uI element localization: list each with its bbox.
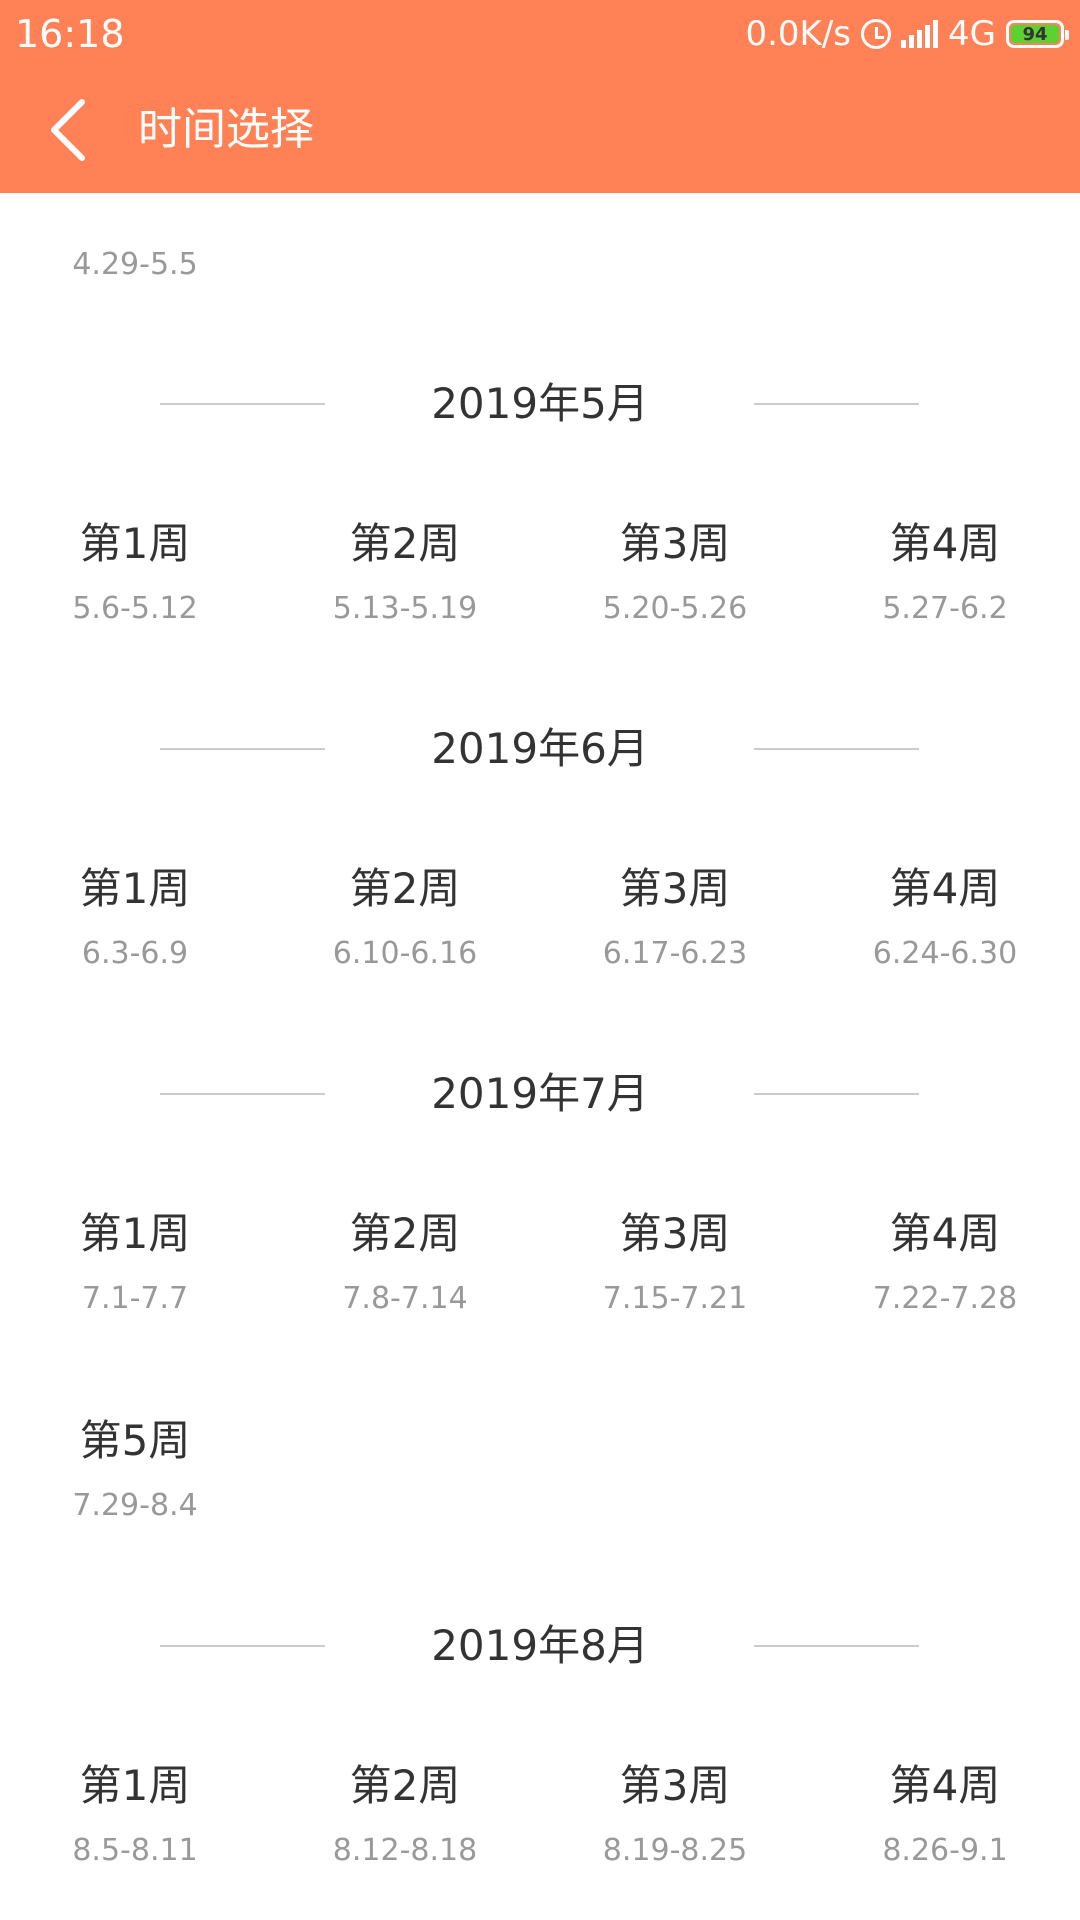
week-item[interactable]: 第4周 7.22-7.28 [810,1206,1080,1326]
page-title: 时间选择 [138,104,314,155]
week-range: 8.26-9.1 [882,1833,1008,1868]
week-item[interactable]: 第5周 7.29-8.4 [0,1413,270,1533]
week-range: 5.20-5.26 [602,591,748,626]
week-item-partial[interactable]: 4.29-5.5 [0,193,270,285]
week-item[interactable]: 第3周 7.15-7.21 [540,1206,810,1326]
week-range: 8.19-8.25 [602,1833,748,1868]
week-range: 6.3-6.9 [81,936,189,971]
month-header: 2019年7月 [0,1064,1080,1124]
week-range: 4.29-5.5 [72,247,198,282]
week-label: 第2周 [349,1761,461,1810]
week-item[interactable]: 第1周 8.5-8.11 [0,1758,270,1878]
week-label: 第5周 [79,1416,191,1465]
week-item[interactable]: 第4周 8.26-9.1 [810,1758,1080,1878]
week-label: 第3周 [619,519,731,568]
week-item[interactable]: 第2周 7.8-7.14 [270,1206,540,1326]
app-bar: 时间选择 [0,68,1080,193]
back-button[interactable] [38,92,108,168]
status-time: 16:18 [15,12,125,56]
week-item[interactable]: 第1周 5.6-5.12 [0,516,270,636]
week-range: 6.10-6.16 [332,936,478,971]
status-bar: 16:18 0.0K/s 4G 94 [0,0,1080,68]
week-row: 第5周 7.29-8.4 [0,1413,1080,1533]
signal-icon [901,20,939,48]
week-item[interactable]: 第2周 5.13-5.19 [270,516,540,636]
week-item[interactable]: 第3周 8.19-8.25 [540,1758,810,1878]
week-label: 第3周 [619,1761,731,1810]
week-list: 4.29-5.5 2019年5月 第1周 5.6-5.12 第2周 5.13-5… [0,193,1080,1920]
week-range: 7.15-7.21 [602,1281,748,1316]
divider-line [754,1645,919,1647]
week-item[interactable]: 第1周 6.3-6.9 [0,861,270,981]
week-row: 第1周 6.3-6.9 第2周 6.10-6.16 第3周 6.17-6.23 … [0,861,1080,981]
week-row: 第1周 5.6-5.12 第2周 5.13-5.19 第3周 5.20-5.26… [0,516,1080,636]
week-range: 6.24-6.30 [872,936,1018,971]
week-range: 5.27-6.2 [882,591,1008,626]
week-item[interactable]: 第3周 5.20-5.26 [540,516,810,636]
month-header: 2019年5月 [0,374,1080,434]
divider-line [754,1093,919,1095]
battery-icon: 94 [1006,20,1069,48]
week-item[interactable]: 第3周 6.17-6.23 [540,861,810,981]
week-label: 第4周 [889,864,1001,913]
week-label: 第1周 [79,1761,191,1810]
network-speed: 0.0K/s [745,14,852,54]
status-indicators: 0.0K/s 4G 94 [745,10,1069,58]
network-type: 4G [948,14,996,54]
week-label: 第2周 [349,519,461,568]
week-range: 6.17-6.23 [602,936,748,971]
back-arrow-icon [51,99,85,161]
month-header: 2019年6月 [0,719,1080,779]
week-item[interactable]: 第2周 8.12-8.18 [270,1758,540,1878]
week-label: 第1周 [79,864,191,913]
week-label: 第4周 [889,1209,1001,1258]
week-label: 第1周 [79,519,191,568]
divider-line [754,403,919,405]
week-range: 7.29-8.4 [72,1488,198,1523]
week-item[interactable]: 第2周 6.10-6.16 [270,861,540,981]
week-label: 第3周 [619,864,731,913]
battery-level: 94 [1011,25,1059,45]
month-header: 2019年8月 [0,1616,1080,1676]
week-label: 第4周 [889,1761,1001,1810]
week-item[interactable]: 第4周 5.27-6.2 [810,516,1080,636]
week-label: 第1周 [79,1209,191,1258]
week-range: 5.6-5.12 [72,591,198,626]
week-range: 7.8-7.14 [342,1281,468,1316]
week-range: 8.12-8.18 [332,1833,478,1868]
week-item[interactable]: 第1周 7.1-7.7 [0,1206,270,1326]
week-row: 第1周 8.5-8.11 第2周 8.12-8.18 第3周 8.19-8.25… [0,1758,1080,1878]
week-label: 第2周 [349,864,461,913]
week-label: 第4周 [889,519,1001,568]
week-label: 第3周 [619,1209,731,1258]
week-range: 7.22-7.28 [872,1281,1018,1316]
week-range: 8.5-8.11 [72,1833,198,1868]
week-row: 第1周 7.1-7.7 第2周 7.8-7.14 第3周 7.15-7.21 第… [0,1206,1080,1326]
divider-line [754,748,919,750]
week-label: 第2周 [349,1209,461,1258]
alarm-icon [861,19,892,49]
week-item[interactable]: 第4周 6.24-6.30 [810,861,1080,981]
week-range: 7.1-7.7 [81,1281,189,1316]
week-range: 5.13-5.19 [332,591,478,626]
